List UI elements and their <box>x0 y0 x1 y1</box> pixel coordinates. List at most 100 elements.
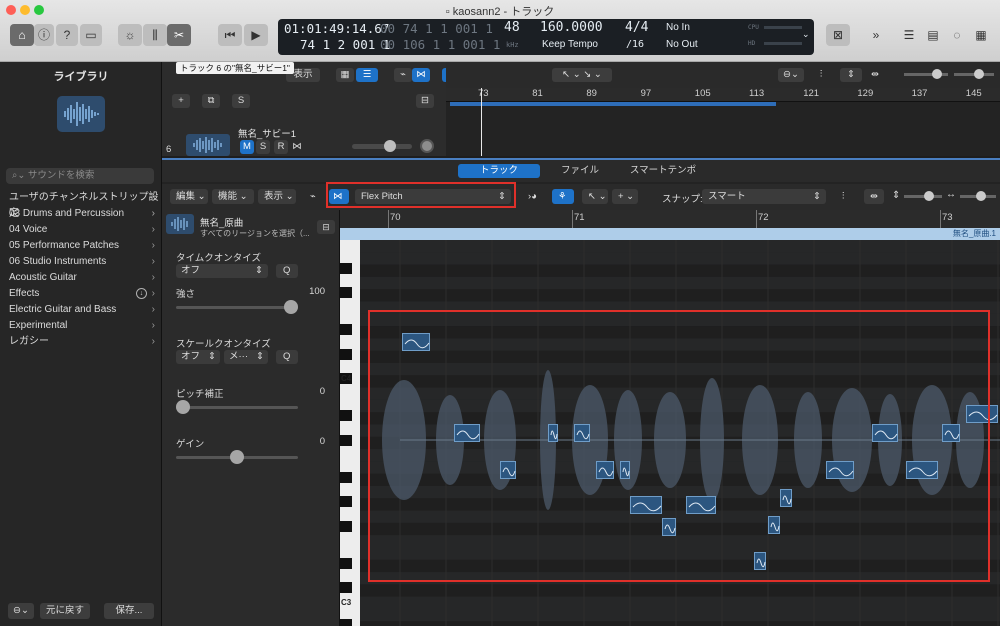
grid-view-button[interactable]: ▦ <box>336 68 354 82</box>
scale-quantize-q-button[interactable]: Q <box>276 350 298 364</box>
piano-black-key[interactable] <box>340 582 352 594</box>
revert-button[interactable]: 元に戻す <box>40 603 90 619</box>
view-menu[interactable]: 表示 ⌄ <box>258 189 296 204</box>
horizontal-fit-button[interactable]: ⇹ <box>864 189 884 204</box>
catch-region-button[interactable]: ⊟ <box>317 220 335 234</box>
piano-black-key[interactable] <box>340 348 352 360</box>
editors-button[interactable]: ✂ <box>167 24 191 46</box>
pointer-tool-menu[interactable]: ↖ ⌄ <box>582 189 608 204</box>
record-enable-button[interactable]: R <box>274 140 288 154</box>
automation-button[interactable]: ⌁ <box>394 68 412 82</box>
library-item[interactable]: Experimental › <box>0 318 162 334</box>
inspector-button[interactable]: ⓘ <box>34 24 54 46</box>
track-icon[interactable] <box>186 134 230 156</box>
save-button[interactable]: 保存... <box>104 603 154 619</box>
strength-slider[interactable] <box>176 300 298 314</box>
piano-black-key[interactable] <box>340 287 352 299</box>
track-name[interactable]: 無名_サビー1 <box>238 126 296 140</box>
time-quantize-q-button[interactable]: Q <box>276 264 298 278</box>
download-icon[interactable]: ↓ <box>136 288 147 299</box>
mixer-button[interactable]: ⫼ <box>143 24 167 46</box>
slider-knob[interactable] <box>230 450 244 464</box>
vertical-fit-button[interactable]: ⇕ <box>840 68 862 82</box>
gain-slider[interactable] <box>176 450 298 464</box>
editor-vertical-zoom-slider[interactable] <box>904 191 942 201</box>
solo-button[interactable]: S <box>256 140 270 154</box>
library-item[interactable]: 03 Drums and Percussion › <box>0 206 162 222</box>
editor-ruler[interactable]: 70 71 72 73 <box>340 210 1000 228</box>
piano-black-key[interactable] <box>340 471 352 483</box>
scale-quantize-select[interactable]: オフ ⇕ <box>176 350 220 364</box>
toolbar-button[interactable]: ▭ <box>80 24 102 46</box>
functions-menu[interactable]: 機能 ⌄ <box>212 189 254 204</box>
track-zoom-vertical-slider[interactable] <box>904 69 948 79</box>
piano-black-key[interactable] <box>340 434 352 446</box>
horizontal-fit-button[interactable]: ⇹ <box>864 68 886 82</box>
region-bar[interactable]: 無名_原曲.1 <box>340 228 1000 240</box>
tab-smart-tempo[interactable]: スマートテンポ <box>620 164 706 178</box>
more-button[interactable]: » <box>866 24 886 46</box>
edit-menu[interactable]: 編集 ⌄ <box>170 189 208 204</box>
slider-knob[interactable] <box>176 400 190 414</box>
catch-button[interactable]: ⚘ <box>552 189 574 204</box>
piano-black-key[interactable] <box>340 520 352 532</box>
track-zoom-horizontal-slider[interactable] <box>954 69 994 79</box>
slider-knob[interactable] <box>924 191 934 201</box>
tab-track[interactable]: トラック <box>458 164 540 178</box>
library-item[interactable]: Acoustic Guitar › <box>0 270 162 286</box>
playhead[interactable] <box>481 88 482 156</box>
automation-toggle[interactable]: ⌁ <box>304 189 324 204</box>
library-item[interactable]: ユーザのチャンネルストリップ設定 › <box>0 190 162 219</box>
library-item[interactable]: 06 Studio Instruments › <box>0 254 162 270</box>
rewind-button[interactable]: ⏮ <box>218 24 242 46</box>
editor-horizontal-zoom-slider[interactable] <box>960 191 996 201</box>
volume-knob[interactable] <box>384 140 396 152</box>
pan-knob[interactable] <box>420 139 434 153</box>
waveform-zoom-button[interactable]: ⫶ <box>810 68 832 82</box>
library-action-button[interactable]: ⊖⌄ <box>8 603 34 619</box>
piano-black-key[interactable] <box>340 619 352 626</box>
listen-button[interactable]: ›◕ <box>522 189 542 204</box>
library-item[interactable]: 04 Voice › <box>0 222 162 238</box>
library-toggle-button[interactable]: ⌂ <box>10 24 34 46</box>
notepad-button[interactable]: ▤ <box>922 24 944 46</box>
track-lane[interactable] <box>446 88 1000 156</box>
duplicate-track-button[interactable]: ⧉ <box>202 94 220 108</box>
slider-knob[interactable] <box>284 300 298 314</box>
mute-button[interactable]: M <box>240 140 254 154</box>
time-quantize-select[interactable]: オフ ⇕ <box>176 264 268 278</box>
command-tool-menu[interactable]: + ⌄ <box>612 189 638 204</box>
input-monitor-button[interactable]: ⋈ <box>290 140 304 154</box>
waveform-zoom-button[interactable]: ⫶ <box>836 189 856 204</box>
play-button[interactable]: ▶ <box>244 24 268 46</box>
slider-knob[interactable] <box>976 191 986 201</box>
piano-black-key[interactable] <box>340 262 352 274</box>
close-editor-button[interactable]: ⊠ <box>826 24 850 46</box>
loop-browser-button[interactable]: ◌ <box>946 24 968 46</box>
track-volume-slider[interactable] <box>352 140 412 152</box>
tracks-ruler[interactable]: 73 81 89 97 105 113 121 129 137 145 <box>446 88 1000 102</box>
library-item[interactable]: Effects ↓ › <box>0 286 162 302</box>
snap-select[interactable]: スマート ⇕ <box>702 189 826 204</box>
lcd-display[interactable]: 01:01:49:14.67 74 1 2 001 1 00 74 1 1 00… <box>278 19 814 55</box>
piano-black-key[interactable] <box>340 557 352 569</box>
list-editors-button[interactable]: ☰ <box>898 24 920 46</box>
library-item[interactable]: レガシー › <box>0 334 162 350</box>
catch-playhead-button[interactable]: ⊟ <box>416 94 434 108</box>
tracks-action-menu[interactable]: ⊖⌄ <box>778 68 804 82</box>
add-track-button[interactable]: + <box>172 94 190 108</box>
global-solo-button[interactable]: S <box>232 94 250 108</box>
scale-type-select[interactable]: メ··· ⇕ <box>224 350 268 364</box>
browser-button[interactable]: ▦ <box>970 24 992 46</box>
library-item[interactable]: Electric Guitar and Bass › <box>0 302 162 318</box>
piano-black-key[interactable] <box>340 324 352 336</box>
pitch-correction-slider[interactable] <box>176 400 298 414</box>
slider-knob[interactable] <box>974 69 984 79</box>
list-view-button[interactable]: ☰ <box>356 68 378 82</box>
flex-button[interactable]: ⋈ <box>412 68 430 82</box>
tab-file[interactable]: ファイル <box>540 164 620 178</box>
library-item[interactable]: 05 Performance Patches › <box>0 238 162 254</box>
pointer-tool-menu[interactable]: ↖ ⌄ ↘ ⌄ <box>552 68 612 82</box>
cycle-region[interactable] <box>450 102 776 106</box>
piano-keyboard[interactable] <box>340 240 360 626</box>
